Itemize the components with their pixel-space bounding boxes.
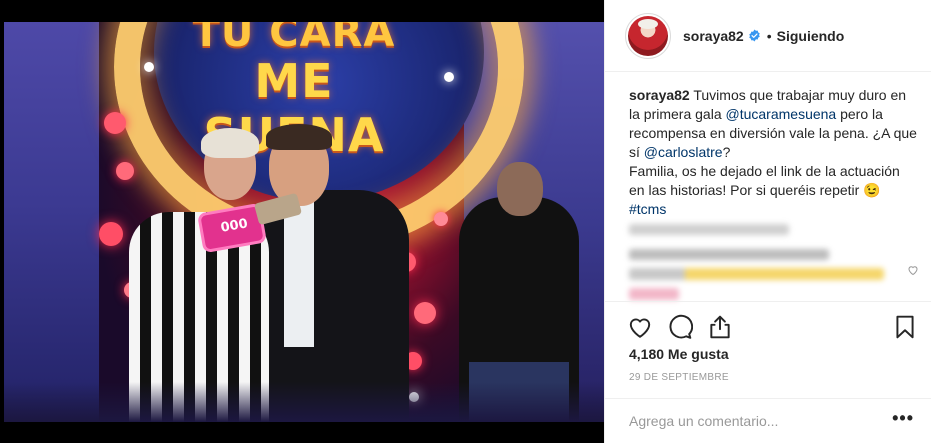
caption-username[interactable]: soraya82 (629, 87, 690, 103)
header-separator: • (766, 27, 772, 44)
post-date[interactable]: 29 DE SEPTIEMBRE (629, 372, 729, 383)
comment-icon[interactable] (667, 314, 693, 340)
post-caption: soraya82 Tuvimos que trabajar muy duro e… (629, 86, 919, 219)
comment-bar: ••• (605, 398, 931, 443)
bookmark-icon[interactable] (892, 314, 918, 340)
photo-logo-top: TU CARA (192, 22, 396, 56)
post-header: soraya82 • Siguiendo (605, 0, 931, 72)
photo-bg-left (4, 22, 99, 422)
post-photo[interactable]: TU CARA ME SUENA 000 (0, 0, 604, 443)
post-actions (605, 301, 931, 349)
mention-link[interactable]: @tucaramesuena (726, 106, 837, 122)
comment-like-icon[interactable] (907, 264, 919, 276)
caption-text: ? (722, 144, 731, 160)
blurred-comments (629, 224, 919, 300)
post-sidebar: soraya82 • Siguiendo soraya82 Tuvimos qu… (604, 0, 931, 443)
photo-image: TU CARA ME SUENA 000 (4, 22, 604, 422)
hashtag-link[interactable]: #tcms (629, 201, 666, 217)
header-username[interactable]: soraya82 (683, 28, 744, 44)
avatar[interactable] (625, 12, 671, 59)
heart-icon[interactable] (627, 314, 653, 340)
following-button[interactable]: Siguiendo (777, 28, 845, 44)
likes-count[interactable]: 4,180 Me gusta (629, 346, 729, 362)
share-icon[interactable] (707, 314, 733, 340)
mention-link[interactable]: @carloslatre (644, 144, 723, 160)
comment-input[interactable] (629, 413, 879, 429)
verified-badge-icon (748, 29, 760, 42)
more-options-icon[interactable]: ••• (892, 409, 914, 427)
caption-line: Familia, os he dejado el link de la actu… (629, 163, 900, 198)
